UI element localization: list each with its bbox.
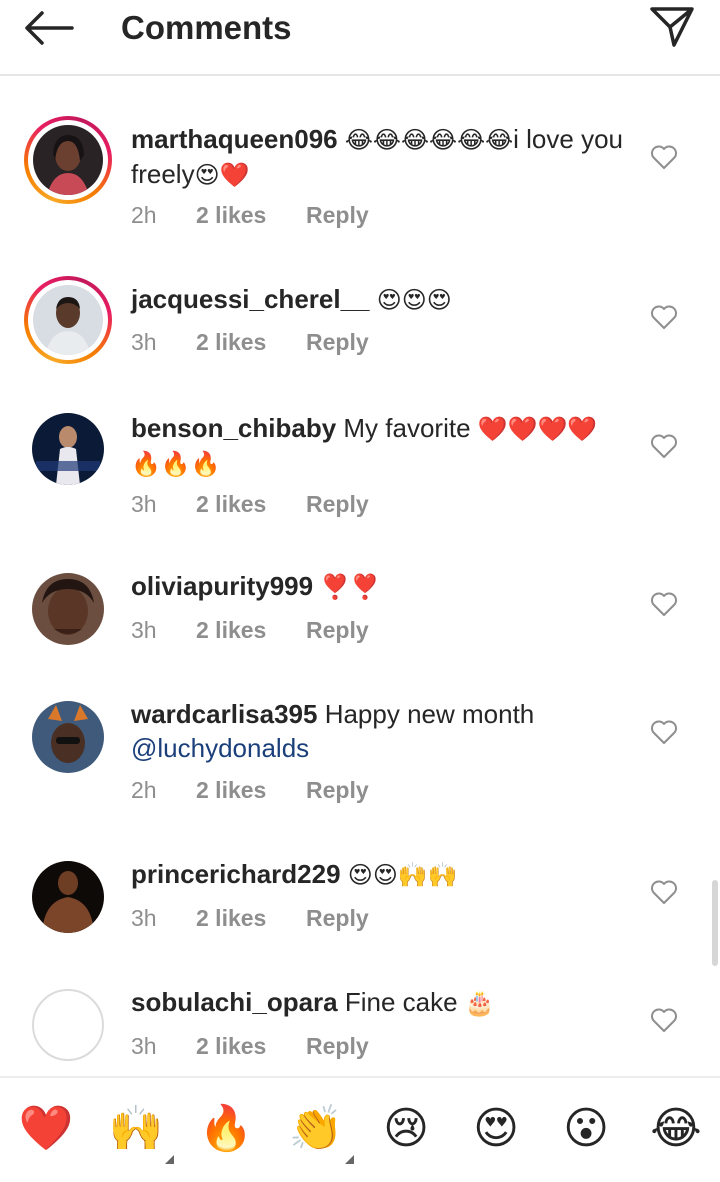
comment-emoji: 🎂 [464,989,495,1017]
comment-likes[interactable]: 2 likes [196,777,306,804]
back-arrow-icon[interactable] [20,6,76,50]
comment-meta: 2h 2 likes Reply [131,777,369,804]
crying-face-icon[interactable]: 😢 [376,1098,436,1158]
comment-username[interactable]: sobulachi_opara [131,987,338,1017]
comment-body: Happy new month [317,699,535,729]
surprised-face-icon[interactable]: 😮 [556,1098,616,1158]
quick-reactions-bar: ❤️ 🙌 🔥 👏 😢 😍 😮 😂 [0,1076,720,1182]
reply-button[interactable]: Reply [306,491,369,518]
heart-outline-icon[interactable] [648,1005,680,1035]
comment-meta: 3h 2 likes Reply [131,491,369,518]
reply-button[interactable]: Reply [306,777,369,804]
comment-text: marthaqueen096 😂😂😂😂😂😂i love you freely😍❤… [131,122,631,192]
comment-text: oliviapurity999 ❣️❣️ [131,569,631,604]
tears-of-joy-icon[interactable]: 😂 [646,1098,706,1158]
comment-time: 3h [131,329,157,355]
fire-icon[interactable]: 🔥 [196,1098,256,1158]
reply-button[interactable]: Reply [306,905,369,932]
comment-username[interactable]: benson_chibaby [131,413,336,443]
comment-meta: 2h 2 likes Reply [131,202,369,229]
heart-outline-icon[interactable] [648,877,680,907]
avatar [32,701,104,773]
comment-username[interactable]: wardcarlisa395 [131,699,317,729]
clapping-hands-emoji: 👏 [288,1103,344,1154]
skin-tone-indicator [345,1155,354,1164]
comment-time: 3h [131,905,157,931]
avatar [32,989,104,1061]
avatar-button[interactable] [24,693,112,781]
comment-emoji: 😍😍🙌🙌 [347,861,458,889]
heart-outline-icon[interactable] [648,717,680,747]
comment-body [370,284,377,314]
comment-meta: 3h 2 likes Reply [131,905,369,932]
comment-emoji-2: 😍❤️ [194,161,250,189]
comment-body: My favorite [336,413,478,443]
comment-emoji: 😍😍😍 [376,286,452,314]
comment-body [341,859,348,889]
story-ring[interactable] [24,116,112,204]
comment-emoji: 😂😂😂😂😂😂 [344,126,514,154]
comment-meta: 3h 2 likes Reply [131,329,369,356]
avatar-button[interactable] [24,405,112,493]
comment-time: 2h [131,777,157,803]
avatar [33,125,103,195]
comment-time: 3h [131,617,157,643]
reply-button[interactable]: Reply [306,329,369,356]
comment-meta: 3h 2 likes Reply [131,1033,369,1060]
raising-hands-icon[interactable]: 🙌 [106,1098,174,1164]
comment-text: jacquessi_cherel__ 😍😍😍 [131,282,631,317]
comment-emoji: ❣️❣️ [320,573,381,601]
comment-text: wardcarlisa395 Happy new month @luchydon… [131,697,631,765]
clapping-hands-icon[interactable]: 👏 [286,1098,354,1164]
reply-button[interactable]: Reply [306,1033,369,1060]
heart-eyes-icon[interactable]: 😍 [466,1098,526,1158]
comment-text: princerichard229 😍😍🙌🙌 [131,857,631,892]
direct-send-icon[interactable] [644,2,700,52]
heart-outline-icon[interactable] [648,302,680,332]
comment-text: sobulachi_opara Fine cake 🎂 [131,985,631,1020]
avatar-button[interactable] [24,853,112,941]
avatar-button[interactable] [24,565,112,653]
heart-outline-icon[interactable] [648,589,680,619]
header-bar: Comments [0,0,720,76]
heart-outline-icon[interactable] [648,142,680,172]
comment-likes[interactable]: 2 likes [196,491,306,518]
comment-likes[interactable]: 2 likes [196,202,306,229]
avatar-button[interactable] [24,981,112,1069]
avatar [32,573,104,645]
comment-username[interactable]: jacquessi_cherel__ [131,284,370,314]
avatar [33,285,103,355]
reply-button[interactable]: Reply [306,617,369,644]
comment-username[interactable]: marthaqueen096 [131,124,338,154]
reply-button[interactable]: Reply [306,202,369,229]
avatar [32,413,104,485]
red-heart-icon[interactable]: ❤️ [16,1098,76,1158]
comment-text: benson_chibaby My favorite ❤️❤️❤️❤️ 🔥🔥🔥 [131,411,631,481]
comment-likes[interactable]: 2 likes [196,1033,306,1060]
comment-likes[interactable]: 2 likes [196,617,306,644]
heart-outline-icon[interactable] [648,431,680,461]
comment-time: 2h [131,202,157,228]
comment-username[interactable]: oliviapurity999 [131,571,313,601]
comment-likes[interactable]: 2 likes [196,905,306,932]
story-ring[interactable] [24,276,112,364]
comment-time: 3h [131,1033,157,1059]
scrollbar[interactable] [712,880,718,966]
comment-body [338,124,345,154]
comment-likes[interactable]: 2 likes [196,329,306,356]
skin-tone-indicator [165,1155,174,1164]
comment-username[interactable]: princerichard229 [131,859,341,889]
avatar [32,861,104,933]
comment-time: 3h [131,491,157,517]
mention-link[interactable]: @luchydonalds [131,733,309,763]
page-title: Comments [121,9,292,46]
raising-hands-emoji: 🙌 [108,1103,164,1154]
comment-body: Fine cake [337,987,465,1017]
comment-meta: 3h 2 likes Reply [131,617,369,644]
